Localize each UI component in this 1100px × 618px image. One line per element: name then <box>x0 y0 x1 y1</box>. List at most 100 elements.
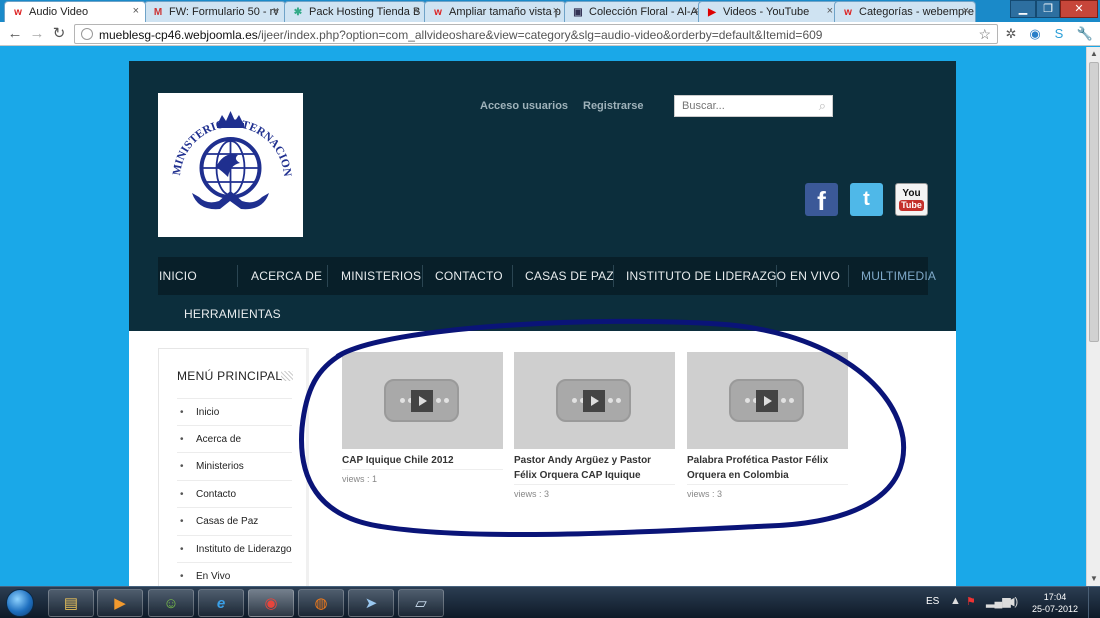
close-icon[interactable]: × <box>413 5 419 17</box>
bullet-icon: • <box>180 433 184 445</box>
menu-item-herramientas[interactable]: HERRAMIENTAS <box>184 307 281 321</box>
clock-date: 25-07-2012 <box>1031 604 1079 614</box>
sidebar-item-en-vivo[interactable]: • En Vivo <box>177 563 292 586</box>
tab-title: Audio Video <box>29 6 89 18</box>
menu-divider <box>613 265 614 287</box>
address-bar[interactable]: mueblesg-cp46.webjoomla.es/ijeer/index.p… <box>74 24 998 44</box>
extension-bug-icon[interactable]: ✲ <box>1002 25 1020 43</box>
send-icon[interactable]: ➤ <box>348 589 394 617</box>
reload-button[interactable]: ↻ <box>50 25 68 43</box>
youtube-icon[interactable]: You Tube <box>895 183 928 216</box>
close-icon[interactable]: × <box>133 5 139 17</box>
sidebar-item-instituto[interactable]: • Instituto de Liderazgo <box>177 536 292 563</box>
close-icon[interactable]: × <box>273 5 279 17</box>
volume-icon[interactable]: ◀) <box>1006 595 1018 608</box>
minimize-button[interactable]: ▁ <box>1010 0 1036 18</box>
bookmark-star-icon[interactable]: ☆ <box>978 26 991 43</box>
search-input[interactable] <box>682 97 812 115</box>
tab-title: Pack Hosting Tienda B <box>309 6 421 18</box>
tab-coleccion-floral[interactable]: ▣ Colección Floral - Al-A × <box>564 1 706 22</box>
search-box: ⌕ <box>674 95 833 117</box>
hatch-decoration <box>281 371 293 381</box>
tab-title: Colección Floral - Al-A <box>589 6 698 18</box>
menu-item-inicio[interactable]: INICIO <box>159 269 197 283</box>
twitter-icon[interactable]: t <box>850 183 883 216</box>
action-center-icon[interactable]: ⚑ <box>966 595 976 608</box>
sidebar-item-inicio[interactable]: • Inicio <box>177 398 292 426</box>
site-header: MINISTERIO INTERNACIONAL JESÚS ES EL REY <box>129 61 956 331</box>
close-icon[interactable]: × <box>963 5 969 17</box>
maximize-button[interactable]: ❐ <box>1036 0 1060 18</box>
menu-divider <box>237 265 238 287</box>
chrome-icon[interactable]: ◉ <box>248 589 294 617</box>
tab-ampliar[interactable]: w Ampliar tamaño vista p × <box>424 1 566 22</box>
bullet-icon: • <box>180 407 184 418</box>
system-clock[interactable]: 17:04 25-07-2012 <box>1030 591 1080 615</box>
menu-item-ministerios[interactable]: MINISTERIOS <box>341 269 421 283</box>
scrollbar-thumb[interactable] <box>1089 62 1099 342</box>
scroll-down-icon[interactable]: ▼ <box>1087 572 1100 586</box>
start-button[interactable] <box>6 589 34 617</box>
forward-button[interactable]: → <box>28 25 46 43</box>
sidebar-item-acerca-de[interactable]: • Acerca de <box>177 426 292 453</box>
page-icon: ▣ <box>573 7 583 18</box>
notes-icon[interactable]: ▱ <box>398 589 444 617</box>
show-hidden-icons-icon[interactable]: ▲ <box>950 595 961 607</box>
menu-item-casas-de-paz[interactable]: CASAS DE PAZ <box>525 269 614 283</box>
w-icon: w <box>14 7 22 18</box>
clock-time: 17:04 <box>1043 592 1067 602</box>
firefox-icon[interactable]: ◍ <box>298 589 344 617</box>
sidebar-item-ministerios[interactable]: • Ministerios <box>177 453 292 481</box>
menu-divider <box>848 265 849 287</box>
messenger-icon[interactable]: ☺ <box>148 589 194 617</box>
bullet-icon: • <box>180 461 184 472</box>
page-scrollbar[interactable]: ▲ ▼ <box>1086 47 1100 586</box>
tab-categorias[interactable]: w Categorías - webempre × <box>834 1 976 22</box>
menu-item-instituto[interactable]: INSTITUTO DE LIDERAZGO <box>626 269 786 283</box>
site-logo[interactable]: MINISTERIO INTERNACIONAL JESÚS ES EL REY <box>154 82 303 237</box>
tab-pack-hosting[interactable]: ✱ Pack Hosting Tienda B × <box>284 1 426 22</box>
menu-item-en-vivo[interactable]: EN VIVO <box>790 269 840 283</box>
login-link[interactable]: Acceso usuarios <box>480 100 568 112</box>
sidebar-list: • Inicio • Acerca de • Ministerios • Contact… <box>177 398 292 586</box>
bullet-icon: • <box>180 488 184 500</box>
register-link[interactable]: Registrarse <box>583 100 644 112</box>
extension-eye-icon[interactable]: ◉ <box>1026 25 1044 43</box>
tab-title: Categorías - webempre <box>859 6 974 18</box>
close-icon[interactable]: × <box>553 5 559 17</box>
skype-icon[interactable]: S <box>1050 25 1068 43</box>
menu-divider <box>776 265 777 287</box>
close-window-button[interactable]: ✕ <box>1060 0 1098 18</box>
language-indicator[interactable]: ES <box>926 596 939 607</box>
tab-title: FW: Formulario 50 - rv <box>169 6 279 18</box>
close-icon[interactable]: × <box>827 5 833 17</box>
bullet-icon: • <box>180 516 184 527</box>
sidebar-title: MENÚ PRINCIPAL <box>177 369 283 383</box>
menu-item-acerca-de[interactable]: ACERCA DE <box>251 269 322 283</box>
url-text: mueblesg-cp46.webjoomla.es/ijeer/index.p… <box>99 28 823 42</box>
tab-title: Ampliar tamaño vista p <box>449 6 561 18</box>
sidebar-item-casas-de-paz[interactable]: • Casas de Paz <box>177 508 292 536</box>
sidebar-item-contacto[interactable]: • Contacto <box>177 481 292 508</box>
internet-explorer-icon[interactable]: e <box>198 589 244 617</box>
bullet-icon: • <box>180 571 184 582</box>
page-icon <box>81 28 93 40</box>
menu-divider <box>327 265 328 287</box>
scroll-up-icon[interactable]: ▲ <box>1087 47 1100 61</box>
menu-item-contacto[interactable]: CONTACTO <box>435 269 503 283</box>
explorer-icon[interactable]: ▤ <box>48 589 94 617</box>
tab-audio-video[interactable]: w Audio Video × <box>4 1 146 22</box>
facebook-icon[interactable]: f <box>805 183 838 216</box>
tab-title: Videos - YouTube <box>723 6 810 18</box>
show-desktop-button[interactable] <box>1088 587 1100 618</box>
search-icon[interactable]: ⌕ <box>819 98 826 114</box>
windows-taskbar: ▤ ▶ ☺ e ◉ ◍ ➤ ▱ ES ▲ ⚑ ▂▄▆ ◀) 17:04 25-0… <box>0 586 1100 618</box>
menu-item-multimedia[interactable]: MULTIMEDIA <box>861 269 936 283</box>
wrench-icon[interactable]: 🔧 <box>1076 25 1094 43</box>
w-icon: w <box>434 7 442 18</box>
media-player-icon[interactable]: ▶ <box>97 589 143 617</box>
tab-youtube[interactable]: ▶ Videos - YouTube × <box>698 1 840 22</box>
gmail-icon: M <box>153 7 163 18</box>
tab-gmail[interactable]: M FW: Formulario 50 - rv × <box>144 1 286 22</box>
back-button[interactable]: ← <box>6 25 24 43</box>
